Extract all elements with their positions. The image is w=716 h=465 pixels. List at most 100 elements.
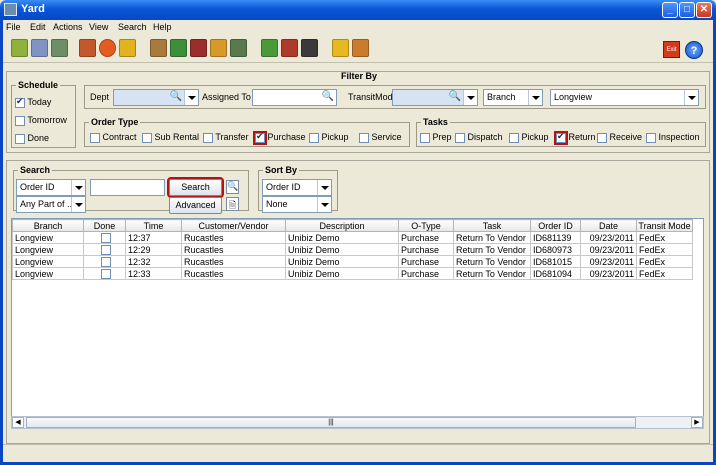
chevron-down-icon[interactable] bbox=[317, 197, 331, 212]
scroll-left-icon[interactable]: ◀ bbox=[12, 417, 24, 428]
vehicle-icon[interactable] bbox=[301, 39, 318, 57]
search-icon[interactable]: 🔍 bbox=[170, 91, 182, 102]
column-header[interactable]: Branch bbox=[12, 219, 84, 232]
search-field-select[interactable]: Order ID bbox=[16, 179, 86, 196]
scroll-thumb[interactable]: ||| bbox=[26, 417, 636, 428]
menu-help[interactable]: Help bbox=[153, 22, 172, 32]
done-checkbox[interactable]: Done bbox=[15, 133, 49, 144]
done-cell[interactable] bbox=[83, 243, 126, 256]
menu-view[interactable]: View bbox=[89, 22, 108, 32]
inspection-checkbox[interactable]: Inspection bbox=[646, 132, 700, 143]
column-header[interactable]: Task bbox=[453, 219, 531, 232]
schedule-icon[interactable] bbox=[31, 39, 48, 57]
chevron-down-icon[interactable] bbox=[684, 90, 698, 105]
magnifier-icon[interactable]: 🔍 bbox=[226, 180, 239, 194]
table-row[interactable]: Longview 12:33 Rucastles Unibiz Demo Pur… bbox=[12, 267, 693, 280]
done-cell[interactable] bbox=[83, 267, 126, 280]
done-checkbox[interactable] bbox=[100, 232, 111, 243]
tools-icon[interactable] bbox=[352, 39, 369, 57]
maximize-button[interactable]: □ bbox=[679, 2, 695, 18]
done-checkbox[interactable] bbox=[100, 244, 111, 255]
today-checkbox[interactable]: Today bbox=[15, 96, 51, 108]
inspection-label: Inspection bbox=[658, 132, 700, 142]
transit-mode-select[interactable]: 🔍 bbox=[392, 89, 478, 106]
search-match-select[interactable]: Any Part of ... bbox=[16, 196, 86, 213]
report-icon[interactable] bbox=[51, 39, 68, 57]
assigned-to-field[interactable]: 🔍 bbox=[252, 89, 337, 106]
menu-search[interactable]: Search bbox=[118, 22, 147, 32]
receive-icon[interactable] bbox=[230, 39, 247, 57]
transfer-icon[interactable] bbox=[210, 39, 227, 57]
table-row[interactable]: Longview 12:32 Rucastles Unibiz Demo Pur… bbox=[12, 255, 693, 268]
done-checkbox[interactable] bbox=[100, 256, 111, 267]
dept-select[interactable]: 🔍 bbox=[113, 89, 199, 106]
dispatch-icon[interactable] bbox=[79, 39, 96, 57]
truck-icon[interactable] bbox=[170, 39, 187, 57]
column-header[interactable]: Transit Mode bbox=[636, 219, 693, 232]
advanced-button[interactable]: Advanced bbox=[169, 197, 222, 214]
inventory-icon[interactable] bbox=[281, 39, 298, 57]
purchase-checkbox[interactable]: Purchase bbox=[253, 130, 306, 145]
location-select[interactable]: Longview bbox=[550, 89, 699, 106]
pickup-icon[interactable] bbox=[190, 39, 207, 57]
checkbox-box bbox=[309, 132, 319, 143]
search-icon[interactable]: 🔍 bbox=[449, 91, 461, 102]
receive-checkbox[interactable]: Receive bbox=[597, 132, 642, 143]
scroll-right-icon[interactable]: ▶ bbox=[691, 417, 703, 428]
sort-primary-select[interactable]: Order ID bbox=[262, 179, 332, 196]
chevron-down-icon[interactable] bbox=[463, 90, 477, 105]
sort-secondary-select[interactable]: None bbox=[262, 196, 332, 213]
branch-cell: Longview bbox=[12, 267, 84, 280]
otype-cell: Purchase bbox=[398, 231, 454, 244]
people-icon[interactable] bbox=[332, 39, 349, 57]
calendar-grid-icon[interactable] bbox=[11, 39, 28, 57]
column-header[interactable]: Done bbox=[83, 219, 126, 232]
column-header[interactable]: Description bbox=[285, 219, 399, 232]
close-button[interactable]: ✕ bbox=[696, 2, 712, 18]
menu-actions[interactable]: Actions bbox=[53, 22, 83, 32]
return-checkbox[interactable]: Return bbox=[554, 130, 596, 145]
minimize-button[interactable]: _ bbox=[662, 2, 678, 18]
menu-edit[interactable]: Edit bbox=[30, 22, 46, 32]
prep-checkbox[interactable]: Prep bbox=[420, 132, 452, 143]
column-header[interactable]: Time bbox=[125, 219, 182, 232]
grid-icon[interactable] bbox=[261, 39, 278, 57]
column-header[interactable]: Customer/Vendor bbox=[181, 219, 286, 232]
table-row[interactable]: Longview 12:37 Rucastles Unibiz Demo Pur… bbox=[12, 231, 693, 244]
chevron-down-icon[interactable] bbox=[71, 180, 85, 195]
contract-checkbox[interactable]: Contract bbox=[90, 132, 137, 143]
column-header[interactable]: O-Type bbox=[398, 219, 454, 232]
chevron-down-icon[interactable] bbox=[528, 90, 542, 105]
order-icon[interactable] bbox=[150, 39, 167, 57]
horizontal-scrollbar[interactable]: ◀ ||| ▶ bbox=[11, 416, 704, 429]
customer-cell: Rucastles bbox=[181, 231, 286, 244]
done-checkbox[interactable] bbox=[100, 268, 111, 279]
search-input[interactable] bbox=[90, 179, 165, 196]
column-header[interactable]: Date bbox=[580, 219, 637, 232]
chevron-down-icon[interactable] bbox=[71, 197, 85, 212]
tomorrow-checkbox[interactable]: Tomorrow bbox=[15, 115, 67, 126]
transfer-checkbox[interactable]: Transfer bbox=[203, 132, 249, 143]
search-icon[interactable]: 🔍 bbox=[322, 91, 334, 102]
table-row[interactable]: Longview 12:29 Rucastles Unibiz Demo Pur… bbox=[12, 243, 693, 256]
column-header[interactable]: Order ID bbox=[530, 219, 581, 232]
pickup-checkbox[interactable]: Pickup bbox=[309, 132, 349, 143]
done-cell[interactable] bbox=[83, 255, 126, 268]
help-icon[interactable]: ? bbox=[685, 41, 703, 59]
search-button[interactable]: Search bbox=[167, 177, 224, 198]
sort-group: Sort By Order ID None bbox=[258, 165, 338, 213]
chevron-down-icon[interactable] bbox=[184, 90, 198, 105]
service-checkbox[interactable]: Service bbox=[359, 132, 402, 143]
pie-chart-icon[interactable] bbox=[99, 39, 116, 57]
branch-select[interactable]: Branch bbox=[483, 89, 543, 106]
task-pickup-checkbox[interactable]: Pickup bbox=[509, 132, 549, 143]
lightning-icon[interactable] bbox=[119, 39, 136, 57]
exit-icon[interactable]: Exit bbox=[663, 41, 680, 58]
dispatch-checkbox[interactable]: Dispatch bbox=[455, 132, 503, 143]
print-preview-icon[interactable]: 🗎 bbox=[226, 197, 239, 211]
chevron-down-icon[interactable] bbox=[317, 180, 331, 195]
sub-rental-checkbox[interactable]: Sub Rental bbox=[142, 132, 199, 143]
time-cell: 12:29 bbox=[125, 243, 182, 256]
menu-file[interactable]: File bbox=[6, 22, 21, 32]
done-cell[interactable] bbox=[83, 231, 126, 244]
